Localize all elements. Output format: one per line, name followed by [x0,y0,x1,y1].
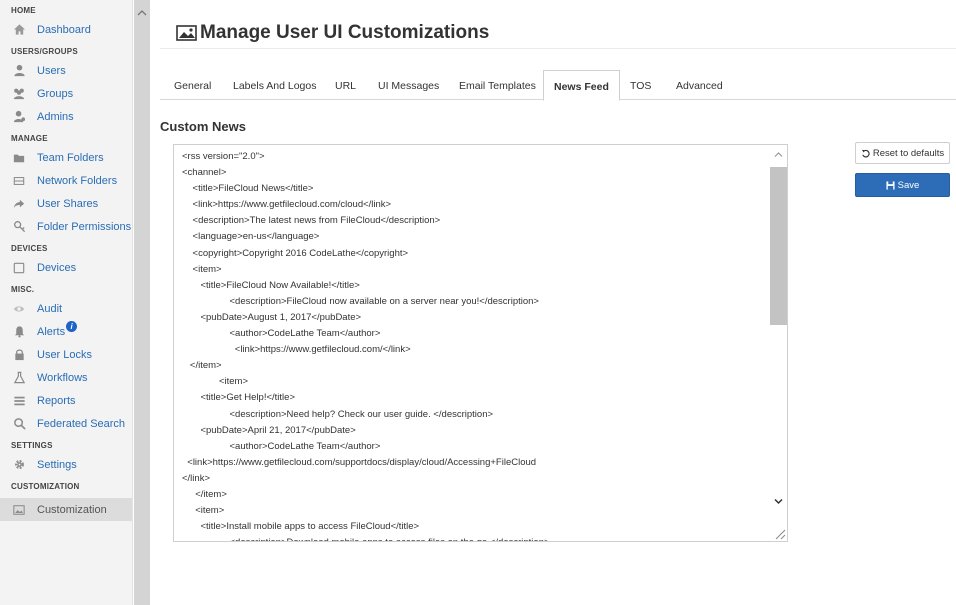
reset-to-defaults-button[interactable]: Reset to defaults [855,142,950,164]
sidebar-item-team-folders[interactable]: Team Folders [0,146,132,169]
tab-ui-messages[interactable]: UI Messages [378,70,439,100]
bell-icon [12,325,26,339]
resize-handle-icon[interactable] [772,526,786,540]
save-label: Save [897,179,920,191]
reset-label: Reset to defaults [872,147,945,159]
flask-icon [12,371,26,385]
sidebar-item-label: User Locks [37,348,93,361]
home-icon [12,23,26,37]
sidebar-section-users-groups: USERS/GROUPS [11,47,78,56]
page-title-text: Manage User UI Customizations [200,22,490,43]
sidebar-item-network-folders[interactable]: Network Folders [0,169,132,192]
sidebar-item-label: Alerts [37,325,66,338]
sidebar-scrollbar[interactable] [134,0,150,605]
eye-icon [12,302,26,316]
main-content: Manage User UI Customizations General La… [150,0,956,605]
sidebar-item-label: Users [37,64,66,77]
sidebar-item-label: Settings [37,458,77,471]
sidebar-item-audit[interactable]: Audit [0,297,132,320]
image-icon [12,503,26,517]
alert-badge: i [66,321,78,332]
sidebar-item-dashboard[interactable]: Dashboard [0,18,132,41]
sidebar-item-admins[interactable]: Admins [0,105,132,128]
sidebar-item-label: Admins [37,110,74,123]
sidebar-item-workflows[interactable]: Workflows [0,366,132,389]
sidebar-item-label: Federated Search [37,417,126,430]
sidebar-section-misc: MISC. [11,285,35,294]
gear-icon [12,458,26,472]
user-icon [12,64,26,78]
sidebar-item-label: Team Folders [37,151,104,164]
sidebar-item-devices[interactable]: Devices [0,256,132,279]
sidebar-item-settings[interactable]: Settings [0,453,132,476]
admin-icon [12,110,26,124]
sidebar-item-label: Devices [37,261,77,274]
scroll-down-icon[interactable] [774,498,783,505]
news-feed-text[interactable]: <rss version="2.0"> <channel> <title>Fil… [182,149,550,541]
sidebar-section-settings: SETTINGS [11,441,53,450]
editor-scrollbar[interactable] [770,145,787,541]
sidebar-item-label: Groups [37,87,74,100]
sidebar-section-devices: DEVICES [11,244,48,253]
tab-bar: General Labels And Logos URL UI Messages… [160,70,956,101]
sidebar-section-manage: MANAGE [11,134,48,143]
network-folder-icon [12,174,26,188]
tab-url[interactable]: URL [335,70,356,100]
list-icon [12,394,26,408]
sidebar-item-user-shares[interactable]: User Shares [0,192,132,215]
tab-email-templates[interactable]: Email Templates [459,70,536,100]
sidebar-item-user-locks[interactable]: User Locks [0,343,132,366]
scroll-up-icon[interactable] [137,9,147,17]
permissions-icon [12,220,26,234]
sidebar-item-label: Network Folders [37,174,118,187]
sidebar-item-customization[interactable]: Customization [0,498,132,521]
save-button[interactable]: Save [855,173,950,197]
sidebar-item-label: Dashboard [37,23,91,36]
search-icon [12,417,26,431]
section-title: Custom News [160,119,246,134]
tab-general[interactable]: General [174,70,211,100]
divider [160,48,956,49]
sidebar-item-label: Audit [37,302,63,315]
image-icon [176,25,197,41]
sidebar-item-folder-permissions[interactable]: Folder Permissions [0,215,132,238]
tab-labels-and-logos[interactable]: Labels And Logos [233,70,317,100]
scroll-up-icon[interactable] [774,151,783,158]
tab-advanced[interactable]: Advanced [676,70,723,100]
sidebar-item-reports[interactable]: Reports [0,389,132,412]
folder-icon [12,151,26,165]
tab-news-feed[interactable]: News Feed [543,70,620,101]
sidebar-item-label: Workflows [37,371,88,384]
sidebar-item-federated-search[interactable]: Federated Search [0,412,132,435]
sidebar-section-customization: CUSTOMIZATION [11,482,80,491]
share-icon [12,197,26,211]
page-title: Manage User UI Customizations [176,22,489,44]
undo-icon [861,149,870,157]
sidebar-item-groups[interactable]: Groups [0,82,132,105]
sidebar-item-label: Reports [37,394,76,407]
floppy-disk-icon [886,180,895,190]
sidebar-item-label: Folder Permissions [37,220,132,233]
group-icon [12,87,26,101]
sidebar-item-alerts[interactable]: Alerts i [0,320,132,343]
sidebar-section-home: HOME [11,6,36,15]
scrollbar-thumb[interactable] [770,167,787,325]
tab-tos[interactable]: TOS [630,70,651,100]
sidebar: HOME Dashboard USERS/GROUPS Users Groups Admi… [0,0,133,605]
device-icon [12,261,26,275]
lock-icon [12,348,26,362]
sidebar-item-label: Customization [37,503,107,516]
sidebar-item-users[interactable]: Users [0,59,132,82]
sidebar-item-label: User Shares [37,197,99,210]
news-feed-editor[interactable]: <rss version="2.0"> <channel> <title>Fil… [173,144,788,542]
